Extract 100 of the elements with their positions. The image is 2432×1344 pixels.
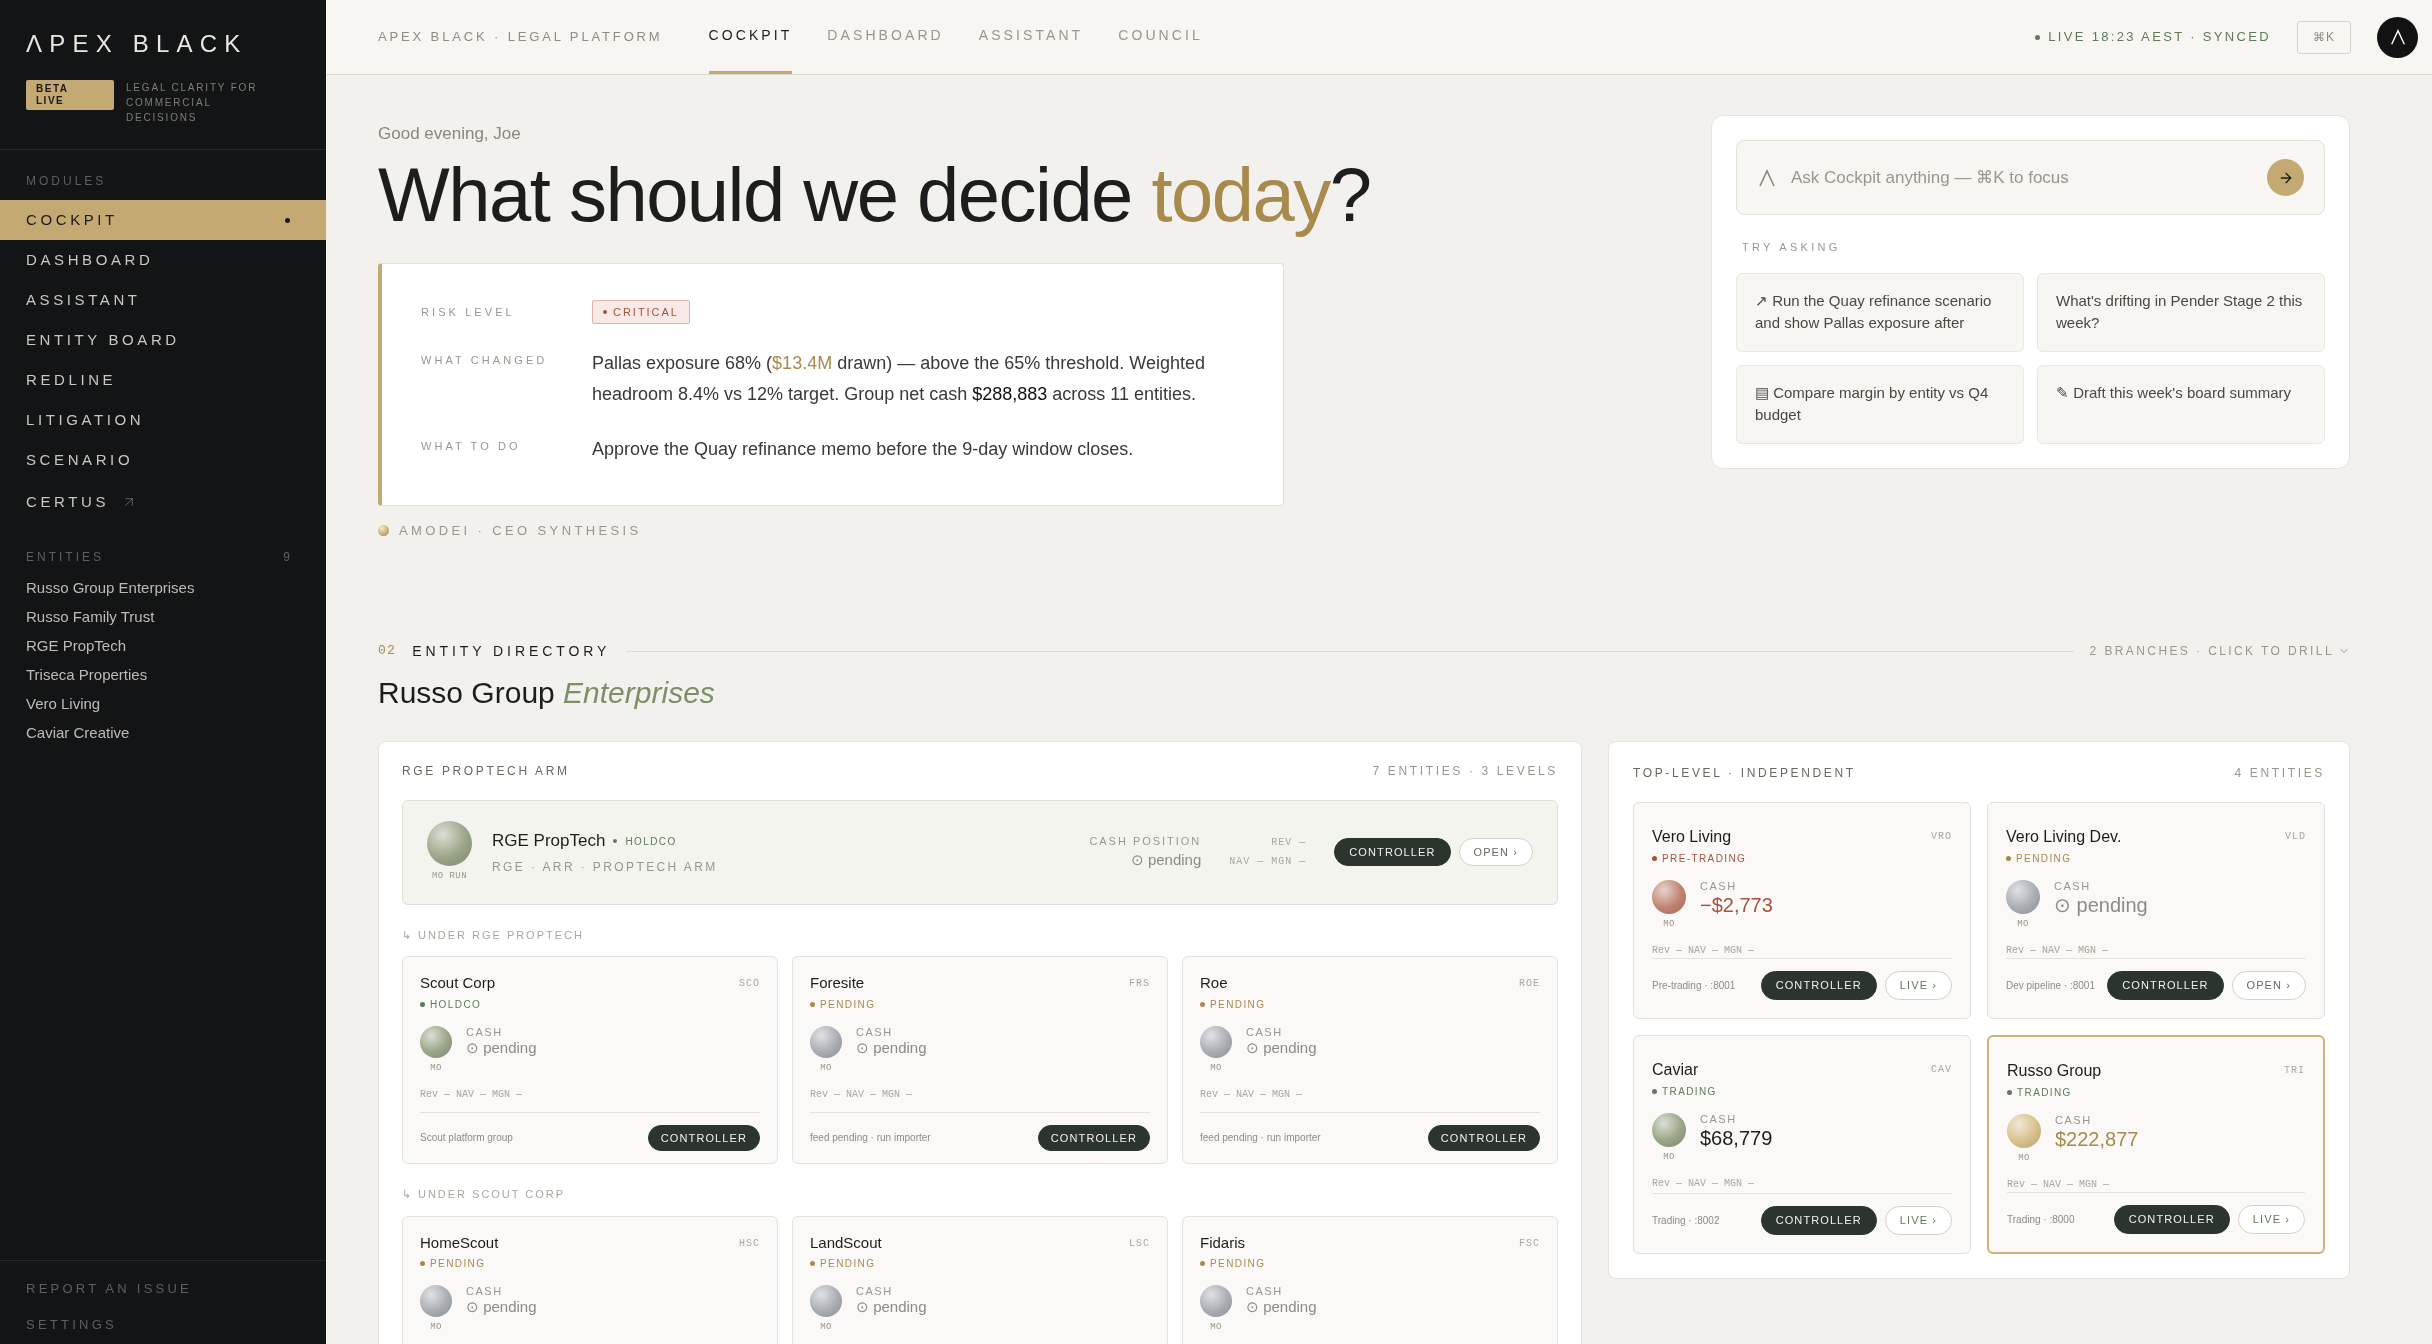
open-button[interactable]: OPEN › — [2231, 971, 2306, 1000]
controller-button[interactable]: CONTROLLER — [647, 1124, 760, 1151]
status-label: PENDING — [1210, 1257, 1266, 1271]
status-label: PRE-TRADING — [1662, 851, 1747, 866]
metrics-line: Rev — NAV — MGN — — [2006, 944, 2110, 958]
cash-label: CASH — [2055, 1113, 2093, 1127]
nav-item[interactable]: ENTITY BOARD — [0, 320, 326, 360]
nav-item[interactable]: CERTUS — [0, 482, 326, 522]
entity-code: HSC — [739, 1236, 760, 1251]
open-button[interactable]: LIVE › — [1884, 1206, 1952, 1235]
greeting: Good evening, Joe — [378, 123, 522, 145]
card-note: feed pending · run importer — [810, 1131, 931, 1146]
metrics-line: Rev — NAV — MGN — — [1652, 1177, 1756, 1191]
nav-item[interactable]: ASSISTANT — [0, 280, 326, 320]
suggestion-chip[interactable]: ↗ Run the Quay refinance scenario and show Pallas exposure after — [1736, 272, 2024, 352]
nav-item[interactable]: COCKPIT — [0, 200, 326, 240]
avatar-label: MO — [2018, 1151, 2030, 1165]
panel-meta: 7 ENTITIES · 3 LEVELS — [1372, 762, 1558, 780]
cash-value: $222,877 — [2055, 1126, 2139, 1152]
controller-button[interactable]: CONTROLLER — [2113, 1205, 2230, 1234]
entity-card[interactable]: HomeScout HSC PENDING MO CASH ⊙ pending — [402, 1215, 778, 1344]
controller-button[interactable]: CONTROLLER — [1334, 837, 1451, 867]
entity-card[interactable]: Fidaris FSC PENDING MO CASH ⊙ pending — [1182, 1215, 1558, 1344]
entity-card[interactable]: Scout Corp SCO HOLDCO MO CASH ⊙ pending Rev — NAV — MGN — Scout platform group CONTROLLER — [402, 956, 778, 1164]
entity-link[interactable]: Russo Family Trust — [26, 607, 300, 626]
nav-item[interactable]: SCENARIO — [0, 440, 326, 480]
ask-bar[interactable]: Ask Cockpit anything — ⌘K to focus — [1736, 140, 2325, 215]
section-label: TRY ASKING — [1742, 240, 1842, 255]
entity-card[interactable]: Vero Living Dev. VLD PENDING MO CASH ⊙ pending Rev — NAV — MGN — Dev pipeline · :8001 CONTROLLER OPEN › — [1987, 801, 2325, 1019]
cash-label: CASH — [1700, 1112, 1738, 1126]
controller-button[interactable]: CONTROLLER — [2107, 971, 2224, 1000]
status-label: PENDING — [1210, 997, 1266, 1012]
entity-link[interactable]: Triseca Properties — [26, 665, 300, 684]
nav-item[interactable]: REDLINE — [0, 360, 326, 400]
section-label: MODULES — [25, 173, 108, 190]
risk-badge: CRITICAL — [592, 299, 690, 324]
status-label: PENDING — [2016, 851, 2072, 866]
open-button[interactable]: LIVE › — [2237, 1205, 2305, 1234]
lambda-icon — [2388, 28, 2407, 46]
entity-count: 9 — [283, 549, 290, 566]
entity-name: HomeScout — [420, 1232, 499, 1253]
group-label: ↳ UNDER SCOUT CORP — [402, 1187, 566, 1202]
card-note: Dev pipeline · :8001 — [2006, 978, 2095, 993]
entity-card[interactable]: Roe ROE PENDING MO CASH ⊙ pending Rev — NAV — MGN — feed pending · run importer CONTROLLER — [1182, 956, 1558, 1164]
entity-subtitle: RGE · ARR · PROPTECH ARM — [492, 858, 718, 876]
root-entity-card[interactable]: MO RUN RGE PropTech HOLDCO RGE · ARR · PROPTECH ARM CASH POSITION ⊙ pending REV — NAV — MGN — CONTROLLER OPEN › — [402, 799, 1558, 905]
cash-label: CASH — [1246, 1285, 1284, 1298]
cash-label: CASH — [856, 1025, 894, 1039]
card-note: Trading · :8000 — [2007, 1212, 2075, 1227]
panel-title: RGE PROPTECH ARM — [402, 762, 570, 780]
card-note: Trading · :8002 — [1652, 1213, 1720, 1228]
open-button[interactable]: LIVE › — [1884, 971, 1952, 1000]
entity-code: ROE — [1519, 977, 1540, 991]
cash-value: $68,779 — [1700, 1125, 1773, 1151]
nav-label: LITIGATION — [26, 409, 145, 430]
status-label: PENDING — [430, 1257, 486, 1271]
suggestion-chip[interactable]: ▤ Compare margin by entity vs Q4 budget — [1736, 364, 2024, 444]
brief-label: RISK LEVEL — [421, 304, 516, 320]
nav-label: ASSISTANT — [26, 289, 141, 310]
section-label: ENTITIES — [26, 549, 104, 566]
send-button[interactable] — [2267, 159, 2304, 196]
avatar-label: MO RUN — [431, 869, 468, 883]
metrics-line: NAV — MGN — — [1229, 855, 1307, 869]
entity-card[interactable]: Foresite FRS PENDING MO CASH ⊙ pending Rev — NAV — MGN — feed pending · run importer CONTROLLER — [792, 956, 1168, 1164]
open-button[interactable]: OPEN › — [1458, 837, 1533, 867]
entity-code: FRS — [1129, 977, 1150, 991]
cash-value: ⊙ pending — [466, 1038, 537, 1058]
nav-item[interactable]: DASHBOARD — [0, 240, 326, 280]
cash-value: ⊙ pending — [856, 1038, 927, 1058]
entity-name: Roe — [1200, 973, 1228, 993]
avatar[interactable] — [2377, 16, 2418, 58]
nav-label: SCENARIO — [26, 449, 134, 470]
ask-field[interactable]: Ask Cockpit anything — ⌘K to focus — [1791, 164, 2253, 191]
suggestion-chip[interactable]: What's drifting in Pender Stage 2 this week? — [2037, 272, 2325, 352]
entity-card[interactable]: LandScout LSC PENDING MO CASH ⊙ pending — [792, 1215, 1168, 1344]
brand-logo: ΛPEX BLACK — [26, 29, 249, 59]
entity-link[interactable]: RGE PropTech — [26, 636, 300, 655]
entity-card[interactable]: Russo Group TRI TRADING MO CASH $222,877 Rev — NAV — MGN — Trading · :8000 CONTROLLER LIVE › — [1987, 1034, 2325, 1254]
nav-item[interactable]: LITIGATION — [0, 400, 326, 440]
cash-label: CASH — [1700, 879, 1738, 893]
entity-code: VRO — [1931, 829, 1952, 844]
panel-meta: 4 ENTITIES — [2234, 764, 2325, 782]
entity-code: VLD — [2285, 829, 2306, 844]
controller-button[interactable]: CONTROLLER — [1760, 971, 1877, 1000]
suggestion-chip[interactable]: ✎ Draft this week's board summary — [2037, 364, 2325, 444]
breadcrumb: APEX BLACK · LEGAL PLATFORM — [378, 28, 663, 47]
top-tab[interactable]: COCKPIT — [708, 0, 793, 74]
entity-link[interactable]: Russo Group Enterprises — [26, 578, 300, 597]
status-label: HOLDCO — [430, 997, 482, 1012]
entity-link[interactable]: Caviar Creative — [26, 723, 300, 742]
entity-name: LandScout — [810, 1232, 882, 1253]
cash-value: ⊙ pending — [856, 1298, 927, 1317]
controller-button[interactable]: CONTROLLER — [1427, 1124, 1540, 1151]
controller-button[interactable]: CONTROLLER — [1037, 1124, 1150, 1151]
card-note: Scout platform group — [420, 1131, 513, 1146]
entity-link[interactable]: Vero Living — [26, 694, 300, 713]
entity-card[interactable]: Vero Living VRO PRE-TRADING MO CASH −$2,773 Rev — NAV — MGN — Pre-trading · :8001 CONTROLLER LIVE › — [1633, 801, 1971, 1019]
controller-button[interactable]: CONTROLLER — [1760, 1206, 1877, 1235]
entity-card[interactable]: Caviar CAV TRADING MO CASH $68,779 Rev — NAV — MGN — Trading · :8002 CONTROLLER LIVE › — [1633, 1034, 1971, 1254]
entity-name: Scout Corp — [420, 973, 496, 993]
